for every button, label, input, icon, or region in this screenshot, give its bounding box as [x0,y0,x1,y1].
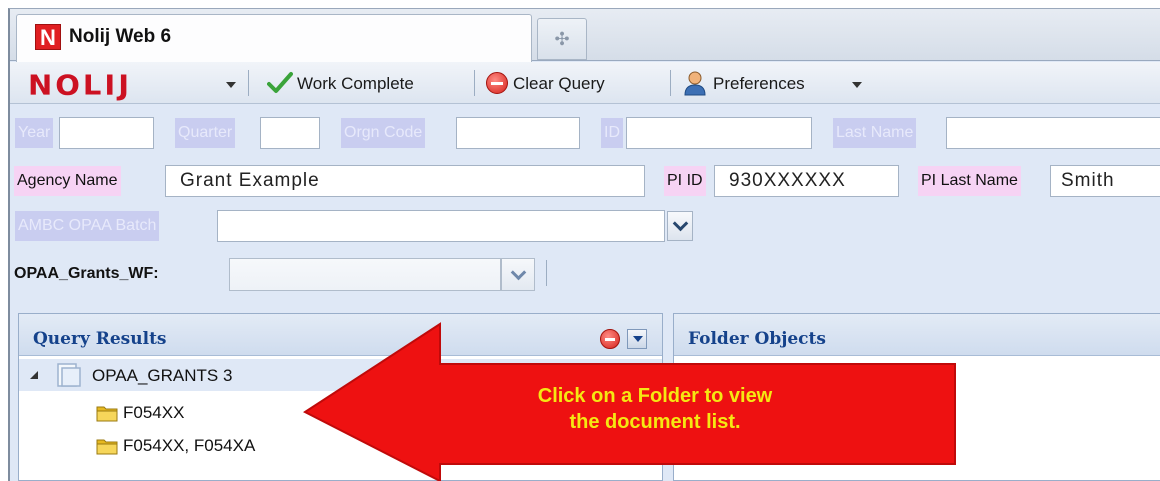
last-name-input[interactable] [946,117,1160,149]
nolij-brand-menu[interactable]: NOLIJ [28,71,132,99]
chevron-down-icon[interactable] [501,258,535,291]
tab-title[interactable]: Nolij Web 6 [69,24,171,50]
pi-last-name-label: PI Last Name [918,166,1021,196]
folder-icon[interactable] [96,404,118,422]
callout-line: the document list. [569,411,741,433]
tree-root-label[interactable]: OPAA_GRANTS 3 [92,364,232,388]
checkmark-icon[interactable] [267,71,293,95]
callout-line: Click on a Folder to view [537,385,773,407]
cabinet-icon [57,363,81,387]
ambc-opaa-batch-select[interactable] [217,210,665,242]
year-label: Year [15,118,54,148]
pi-id-input[interactable]: 930XXXXXX [714,165,899,197]
toolbar-separator [670,70,671,96]
chevron-down-icon[interactable] [852,82,862,88]
orgn-code-label: Orgn Code [341,118,426,148]
user-preferences-icon[interactable] [683,70,707,96]
clear-query-button[interactable]: Clear Query [513,72,605,96]
agency-name-label: Agency Name [14,166,121,196]
preferences-button[interactable]: Preferences [713,72,805,96]
id-input[interactable] [626,117,812,149]
toolbar-separator [546,260,547,286]
callout-text: Click on a Folder to view the document l… [455,383,855,435]
collapse-triangle-icon[interactable] [30,371,38,379]
pi-last-name-input[interactable]: Smith [1050,165,1160,197]
nolij-logo-icon: N [35,24,61,50]
chevron-down-icon[interactable] [667,211,693,241]
pi-id-label: PI ID [664,166,706,196]
quarter-input[interactable] [260,117,320,149]
folder-icon[interactable] [96,437,118,455]
work-complete-button[interactable]: Work Complete [297,72,414,96]
workflow-label: OPAA_Grants_WF: [14,265,159,282]
agency-name-input[interactable]: Grant Example [165,165,645,197]
ambc-opaa-batch-label: AMBC OPAA Batch [15,211,160,241]
year-input[interactable] [59,117,154,149]
query-results-title: Query Results [33,329,167,349]
workflow-select[interactable] [229,258,501,291]
folder-item[interactable]: F054XX [123,401,184,425]
orgn-code-input[interactable] [456,117,580,149]
toolbar-separator [474,70,475,96]
id-label: ID [601,118,623,148]
new-tab-button[interactable]: ✣ [537,18,587,60]
toolbar-separator [248,70,249,96]
folder-item[interactable]: F054XX, F054XA [123,434,255,458]
chevron-down-icon[interactable] [226,82,236,88]
quarter-label: Quarter [175,118,236,148]
last-name-label: Last Name [833,118,917,148]
clear-query-icon[interactable] [486,72,508,94]
